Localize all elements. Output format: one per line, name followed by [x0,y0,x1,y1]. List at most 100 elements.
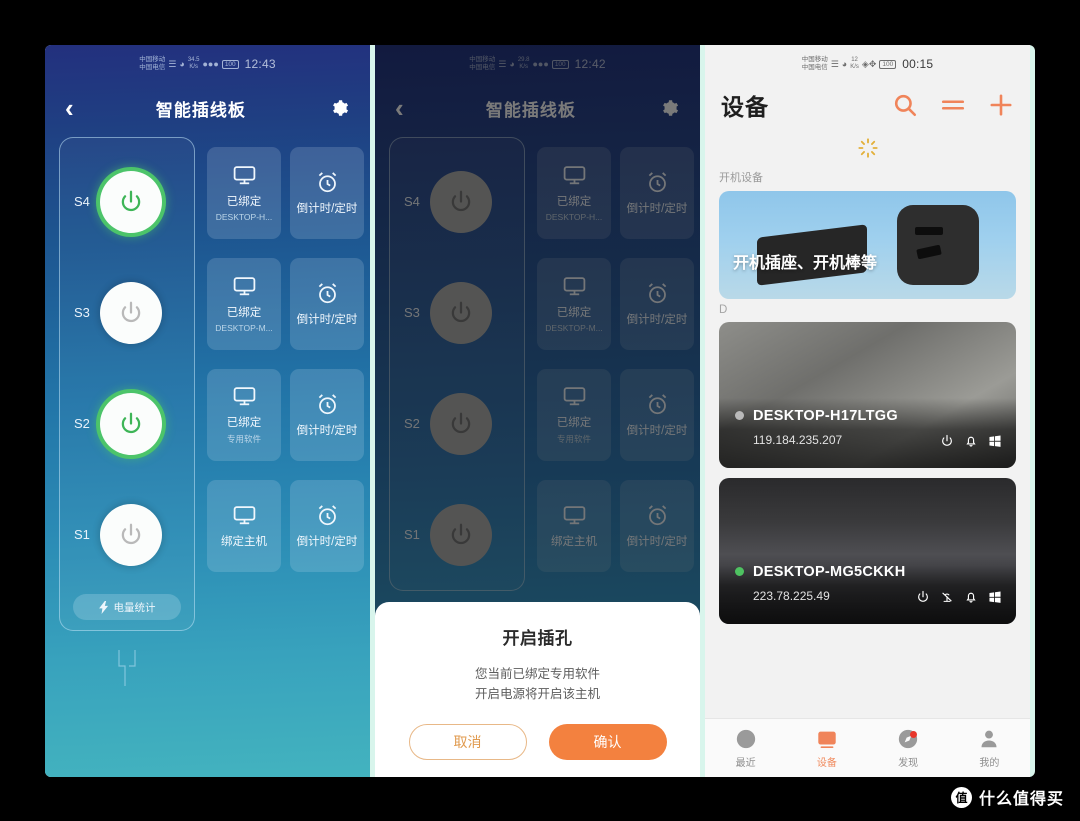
tile-label: 已绑定 [226,196,262,208]
tile-label: 倒计时/定时 [626,424,688,437]
chevron-left-icon[interactable]: ‹ [65,95,74,121]
promo-banner[interactable]: 开机插座、开机棒等 [719,191,1016,299]
image-icon [818,731,836,748]
device-name: DESKTOP-MG5CKKH [753,564,906,580]
device-ip: 223.78.225.49 [753,589,830,603]
timer-tile-s3[interactable]: 倒计时/定时 [290,257,364,350]
gear-icon[interactable] [658,97,680,119]
socket-label: S3 [74,305,90,320]
power-toggle-s1[interactable] [430,503,492,566]
device-name: DESKTOP-H17LTGG [753,408,898,424]
promo-caption: 开机插座、开机棒等 [733,255,878,272]
socket-action-tiles-2: 已绑定 DESKTOP-H... 倒计时/定时 已绑定 DESKTOP-M...… [525,137,700,591]
tile-sublabel: 专用软件 [556,434,591,444]
device-action-icons [940,434,1002,448]
notification-icons: ●●● [532,59,549,69]
status-bar-3: 中国移动 中国电信 ☰ ◕ 12 K/s ◈✥ 100 00:15 [705,45,1030,79]
socket-label: S1 [404,527,420,542]
list-icon[interactable] [940,92,966,118]
socket-row: S2 [60,368,194,479]
energy-stats-button[interactable]: 电量统计 [73,594,181,620]
tab-devices[interactable]: 设备 [786,719,867,777]
windows-icon[interactable] [988,590,1002,604]
page-title-1: 智能插线板 [155,100,246,120]
bind-host-tile-s3[interactable]: 已绑定 DESKTOP-M... [537,257,611,350]
broadcast-off-icon[interactable] [940,590,954,604]
timer-tile-s4[interactable]: 倒计时/定时 [620,146,694,239]
dialog-message: 您当前已绑定专用软件 开启电源将开启该主机 [475,664,600,704]
clock-icon [736,729,755,748]
tab-label: 发现 [898,757,919,769]
monitor-icon [563,277,585,296]
tab-label: 设备 [816,757,837,769]
bind-host-tile-s3[interactable]: 已绑定 DESKTOP-M... [207,257,281,350]
chevron-left-icon[interactable]: ‹ [395,95,404,121]
tab-discover[interactable]: 发现 [868,719,949,777]
tab-recent[interactable]: 最近 [705,719,786,777]
power-icon[interactable] [916,590,930,604]
alarm-clock-icon [318,171,336,192]
device-card[interactable]: DESKTOP-H17LTGG 119.184.235.207 [719,322,1016,468]
bind-host-tile-s4[interactable]: 已绑定 DESKTOP-H... [207,146,281,239]
timer-tile-s3[interactable]: 倒计时/定时 [620,257,694,350]
tile-label: 已绑定 [226,417,262,429]
socket-control-area-1: S4 S3 S2 S1 电量统计 已绑定 DESKTOP-H... 倒计时/定时… [45,137,370,631]
power-icon[interactable] [940,434,954,448]
timer-tile-s4[interactable]: 倒计时/定时 [290,146,364,239]
device-group-label: D [719,304,728,316]
bottom-tab-bar: 最近 设备 发现 我的 [705,718,1030,777]
bind-host-tile-s1[interactable]: 绑定主机 [537,479,611,572]
socket-row: S4 [390,146,524,257]
tile-row: 已绑定 DESKTOP-H... 倒计时/定时 [537,137,700,248]
timer-tile-s1[interactable]: 倒计时/定时 [620,479,694,572]
timer-tile-s2[interactable]: 倒计时/定时 [620,368,694,461]
tile-sublabel: DESKTOP-M... [545,323,603,333]
power-toggle-s2[interactable] [430,392,492,455]
notification-badge [909,731,917,738]
tile-row: 已绑定 DESKTOP-M... 倒计时/定时 [207,248,370,359]
bell-icon[interactable] [964,590,978,604]
windows-icon[interactable] [988,434,1002,448]
network-speed: 29.8 K/s [517,57,530,70]
tile-sublabel: DESKTOP-H... [215,212,273,222]
confirm-button[interactable]: 确认 [548,724,667,760]
carrier-labels: 中国移动 中国电信 [139,56,166,71]
power-toggle-s4[interactable] [430,170,492,233]
search-icon[interactable] [892,92,918,118]
timer-tile-s2[interactable]: 倒计时/定时 [290,368,364,461]
tile-label: 绑定主机 [551,535,597,548]
status-bar-1: 中国移动 中国电信 ☰ ◕ 34.5 K/s ●●● 100 12:43 [45,45,370,79]
device-card[interactable]: DESKTOP-MG5CKKH 223.78.225.49 [719,478,1016,624]
socket-row: S1 [390,479,524,590]
nav-bar-2: ‹ 智能插线板 [375,79,700,137]
power-toggle-s3[interactable] [430,281,492,344]
gear-icon[interactable] [328,97,350,119]
bind-host-tile-s2[interactable]: 已绑定 专用软件 [207,368,281,461]
alarm-clock-icon [648,171,666,192]
socket-label: S1 [74,527,90,542]
tile-label: 倒计时/定时 [296,535,358,548]
bind-host-tile-s1[interactable]: 绑定主机 [207,479,281,572]
tile-sublabel: 专用软件 [226,434,261,444]
tile-label: 已绑定 [556,417,592,429]
bind-host-tile-s2[interactable]: 已绑定 专用软件 [537,368,611,461]
panel-smart-power-strip-dialog: 中国移动 中国电信 ☰ ◕ 29.8 K/s ●●● 100 12:42 ‹ 智… [375,45,700,777]
screenshot-canvas: 中国移动 中国电信 ☰ ◕ 34.5 K/s ●●● 100 12:43 ‹ 智… [0,0,1080,821]
device-action-icons [916,590,1002,604]
plus-icon[interactable] [988,92,1014,118]
cancel-button[interactable]: 取消 [408,724,527,760]
bind-host-tile-s4[interactable]: 已绑定 DESKTOP-H... [537,146,611,239]
loading-spinner-icon [857,138,878,158]
timer-tile-s1[interactable]: 倒计时/定时 [290,479,364,572]
phone-screen-3: 中国移动 中国电信 ☰ ◕ 12 K/s ◈✥ 100 00:15 设备 开机设… [705,45,1030,777]
carrier-labels: 中国移动 中国电信 [801,56,828,71]
power-toggle-s3[interactable] [100,281,162,344]
compass-icon [898,729,918,748]
power-toggle-s2[interactable] [100,392,162,455]
power-toggle-s1[interactable] [100,503,162,566]
dialog-buttons: 取消 确认 [408,724,667,760]
tab-profile[interactable]: 我的 [949,719,1030,777]
power-toggle-s4[interactable] [100,170,162,233]
bell-icon[interactable] [964,434,978,448]
status-dot-online [735,567,744,576]
